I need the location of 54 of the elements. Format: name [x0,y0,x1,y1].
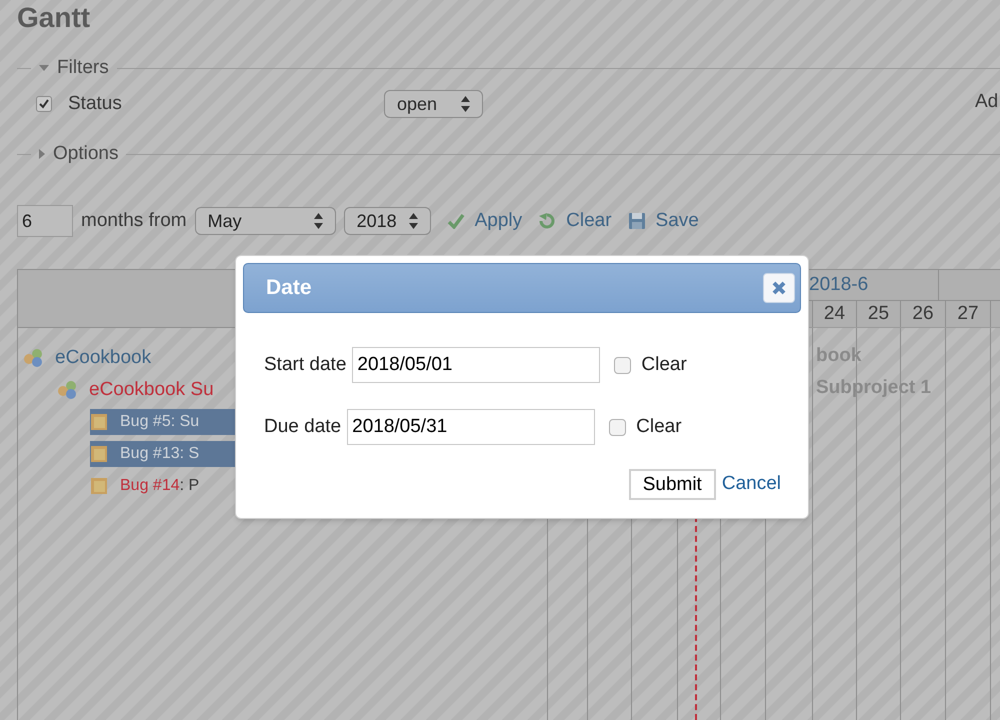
column-label: Ad [975,90,998,114]
close-icon [771,280,787,296]
issue-link[interactable]: Bug #5 [120,410,171,434]
date-field[interactable]: 2018/05/31 [347,409,596,445]
months-label: months from [81,208,187,233]
submit-button[interactable]: Submit [628,469,716,500]
field-label: Start date [264,352,346,377]
select-arrows-icon [461,96,470,112]
issue-icon [90,445,108,463]
dialog-title: Date [266,275,312,302]
filter-label: Status [68,92,123,116]
day-header: 27 [946,301,991,327]
issue-icon [90,477,108,495]
day-header: 25 [857,301,901,327]
issue-link[interactable]: Bug #14 [120,474,180,498]
checkbox[interactable] [609,418,626,436]
issue-subject: : Su [170,412,200,432]
year-select[interactable]: 2018 [344,207,431,235]
select-arrows-icon [408,213,418,229]
project-icon [57,380,79,400]
select-arrows-icon [314,213,323,229]
day-header: 24 [813,301,857,327]
issue-icon [90,413,108,431]
fieldset-toggle[interactable]: Options [39,140,118,168]
collapse-icon [39,65,49,72]
fieldset-toggle[interactable]: Filters [39,54,109,82]
refresh-icon [538,212,556,230]
action-link[interactable]: Save [628,206,699,236]
page-title: Gantt [17,1,90,35]
checkbox-label: Clear [641,352,687,377]
checkbox-label: Clear [636,414,682,439]
check-icon [446,213,465,229]
checkbox[interactable] [614,356,632,374]
day-header: 26 [901,301,946,327]
checkbox[interactable] [36,96,52,112]
issue-row[interactable]: Bug #5: Su [90,409,235,435]
issue-row[interactable]: Bug #13: S [90,441,235,467]
month-select[interactable]: May [194,207,336,235]
project-link[interactable]: eCookbook Su [89,376,214,404]
operator-select[interactable]: open [384,90,483,118]
months-field[interactable]: 6 [17,205,73,237]
issue-link[interactable]: Bug #13 [120,442,180,466]
issue-row[interactable]: Bug #14: P [90,473,235,499]
expand-icon [39,149,45,160]
project-icon [23,348,45,368]
project-link[interactable]: eCookbook [55,344,152,372]
close-button[interactable] [763,273,795,303]
cancel-link[interactable]: Cancel [722,470,781,499]
issue-subject: : P [180,476,200,496]
field-label: Due date [264,414,342,439]
action-link[interactable]: Apply [446,206,522,236]
date-field[interactable]: 2018/05/01 [352,347,600,383]
issue-subject: : S [180,444,200,464]
action-link[interactable]: Clear [538,206,612,236]
